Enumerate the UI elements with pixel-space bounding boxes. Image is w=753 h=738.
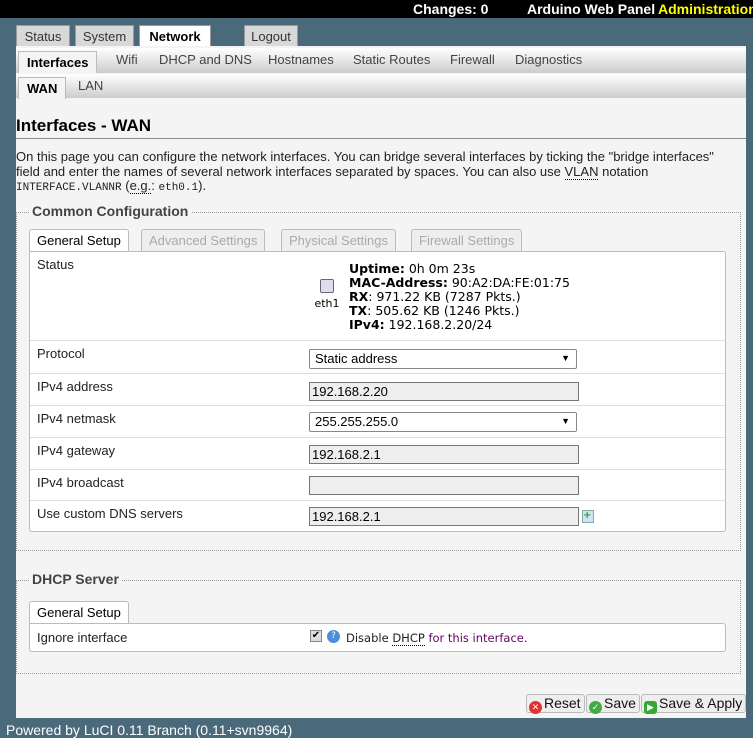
desc-code: INTERFACE.VLANNR xyxy=(16,182,122,194)
dns-row: Use custom DNS servers 192.168.2.1 + xyxy=(30,501,725,531)
gateway-row: IPv4 gateway 192.168.2.1 xyxy=(30,438,725,470)
ipv4-key: IPv4: xyxy=(349,317,385,332)
tab-lan[interactable]: LAN xyxy=(78,74,103,98)
ignore-interface-hint: Disable DHCP for this interface. xyxy=(346,631,528,646)
tab-general-setup[interactable]: General Setup xyxy=(29,229,129,252)
netmask-label: IPv4 netmask xyxy=(37,411,116,426)
tx-key: TX xyxy=(349,303,368,318)
tab-wifi[interactable]: Wifi xyxy=(116,48,138,72)
netmask-select[interactable]: 255.255.255.0 ▼ xyxy=(309,412,577,432)
mode-label: Administration xyxy=(658,1,753,17)
ipv4-value: 192.168.2.20/24 xyxy=(384,317,493,332)
help-icon: ? xyxy=(327,630,340,643)
protocol-value: Static address xyxy=(315,351,398,366)
interface-nav: WAN LAN xyxy=(16,74,746,99)
ipaddr-label: IPv4 address xyxy=(37,379,113,394)
desc-code: eth0.1 xyxy=(158,182,199,194)
dhcp-legend: DHCP Server xyxy=(29,571,122,587)
desc-text: : xyxy=(151,178,159,193)
dns-input[interactable]: 192.168.2.1 xyxy=(309,507,579,526)
mac-key: MAC-Address: xyxy=(349,275,448,290)
ignore-interface-checkbox[interactable]: ✔ xyxy=(310,630,322,642)
status-label: Status xyxy=(37,257,74,272)
tab-logout[interactable]: Logout xyxy=(244,25,298,47)
page-description: On this page you can configure the netwo… xyxy=(16,149,741,196)
add-dns-icon[interactable]: + xyxy=(582,510,594,523)
hint-text: Disable xyxy=(346,631,393,645)
general-setup-panel: Status eth1 Uptime: 0h 0m 23s MAC-Addres… xyxy=(29,251,726,532)
mac-value: 90:A2:DA:FE:01:75 xyxy=(447,275,570,290)
tab-advanced-settings[interactable]: Advanced Settings xyxy=(141,229,266,251)
tab-firewall-settings[interactable]: Firewall Settings xyxy=(411,229,523,251)
top-bar: Changes: 0 Arduino Web Panel Administrat… xyxy=(0,0,753,18)
gateway-input[interactable]: 192.168.2.1 xyxy=(309,445,579,464)
app-name: Arduino Web Panel xyxy=(527,1,656,17)
dns-label: Use custom DNS servers xyxy=(37,506,183,521)
save-button[interactable]: ✓ Save xyxy=(586,694,640,714)
save-apply-button[interactable]: ▶ Save & Apply xyxy=(641,694,747,714)
vlan-abbr: VLAN xyxy=(564,163,599,180)
tx-value: : 505.62 KB (1246 Pkts.) xyxy=(367,303,520,318)
gateway-label: IPv4 gateway xyxy=(37,443,116,458)
reset-icon: ✕ xyxy=(529,701,542,714)
eg-abbr: e.g. xyxy=(129,178,152,194)
interface-name: eth1 xyxy=(314,297,340,310)
footer: Powered by LuCI 0.11 Branch (0.11+svn996… xyxy=(6,722,293,738)
uptime-key: Uptime: xyxy=(349,261,405,276)
status-row: Status eth1 Uptime: 0h 0m 23s MAC-Addres… xyxy=(30,252,725,341)
dropdown-arrow-icon: ▼ xyxy=(561,416,570,426)
tab-dhcp-general-setup[interactable]: General Setup xyxy=(29,601,129,624)
uptime-value: 0h 0m 23s xyxy=(404,261,476,276)
network-port-icon xyxy=(320,279,334,293)
ipaddr-row: IPv4 address 192.168.2.20 xyxy=(30,374,725,406)
broadcast-input[interactable] xyxy=(309,476,579,495)
tab-hostnames[interactable]: Hostnames xyxy=(268,48,334,72)
broadcast-row: IPv4 broadcast xyxy=(30,470,725,501)
common-config-legend: Common Configuration xyxy=(29,203,192,219)
dropdown-arrow-icon: ▼ xyxy=(561,353,570,363)
netmask-value: 255.255.255.0 xyxy=(315,414,399,429)
desc-text: ). xyxy=(198,178,207,193)
tab-status[interactable]: Status xyxy=(16,25,70,47)
reset-label: Reset xyxy=(544,695,581,711)
rx-value: : 971.22 KB (7287 Pkts.) xyxy=(368,289,521,304)
save-apply-label: Save & Apply xyxy=(659,695,743,711)
tab-diagnostics[interactable]: Diagnostics xyxy=(515,48,582,72)
broadcast-label: IPv4 broadcast xyxy=(37,475,124,490)
sub-nav: Interfaces Wifi DHCP and DNS Hostnames S… xyxy=(16,48,746,73)
dhcp-abbr: DHCP xyxy=(392,631,425,646)
save-label: Save xyxy=(604,695,636,711)
rx-key: RX xyxy=(349,289,369,304)
tab-dhcp-dns[interactable]: DHCP and DNS xyxy=(159,48,252,72)
tab-physical-settings[interactable]: Physical Settings xyxy=(281,229,396,251)
protocol-label: Protocol xyxy=(37,346,85,361)
check-icon: ✓ xyxy=(589,701,602,714)
tab-interfaces[interactable]: Interfaces xyxy=(18,51,98,73)
netmask-row: IPv4 netmask 255.255.255.0 ▼ xyxy=(30,406,725,438)
tab-static-routes[interactable]: Static Routes xyxy=(353,48,430,72)
hint-text: for this interface. xyxy=(424,631,528,645)
tab-network[interactable]: Network xyxy=(139,25,211,48)
dhcp-general-panel: Ignore interface ✔ ? Disable DHCP for th… xyxy=(29,623,726,652)
desc-text: ( xyxy=(121,178,130,193)
tab-firewall[interactable]: Firewall xyxy=(450,48,495,72)
changes-link[interactable]: Changes: 0 xyxy=(413,0,488,18)
page-title: Interfaces - WAN xyxy=(16,116,746,139)
ignore-interface-label: Ignore interface xyxy=(37,630,128,645)
status-info: Uptime: 0h 0m 23s MAC-Address: 90:A2:DA:… xyxy=(349,262,570,332)
ipaddr-input[interactable]: 192.168.2.20 xyxy=(309,382,579,401)
protocol-row: Protocol Static address ▼ xyxy=(30,341,725,374)
play-icon: ▶ xyxy=(644,701,657,714)
protocol-select[interactable]: Static address ▼ xyxy=(309,349,577,369)
reset-button[interactable]: ✕ Reset xyxy=(526,694,585,714)
tab-system[interactable]: System xyxy=(75,25,134,47)
interface-badge: eth1 xyxy=(312,279,342,310)
desc-text: notation xyxy=(598,163,649,179)
tab-wan[interactable]: WAN xyxy=(18,77,67,99)
